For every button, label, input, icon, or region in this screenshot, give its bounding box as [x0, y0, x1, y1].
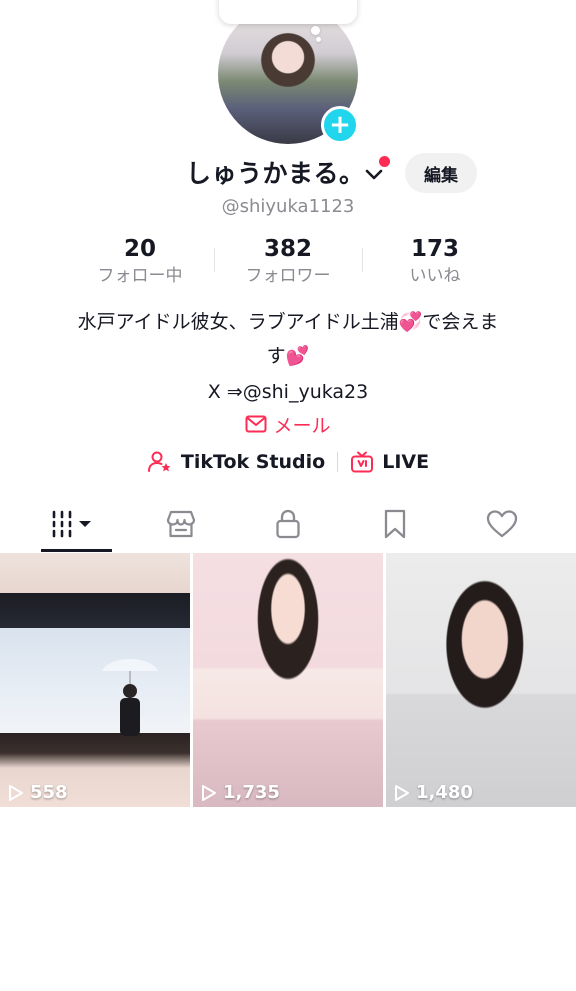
- note-bubble-tail: [311, 26, 320, 35]
- videos-grid-icon: [52, 510, 91, 538]
- stat-following-count: 20: [123, 236, 156, 262]
- profile-tabs: [0, 498, 576, 550]
- play-icon: [202, 784, 216, 801]
- notification-dot: [379, 156, 390, 167]
- video-tile[interactable]: 1,735: [193, 553, 383, 807]
- stat-followers-count: 382: [263, 236, 312, 262]
- shop-icon: [166, 510, 195, 538]
- note-bubble[interactable]: [219, 0, 357, 24]
- stat-likes-label: いいね: [409, 266, 461, 286]
- bio-line-2: す💕: [266, 345, 310, 367]
- live-button[interactable]: LIVE: [338, 450, 441, 474]
- tab-liked[interactable]: [472, 498, 532, 550]
- tab-shop[interactable]: [151, 498, 211, 550]
- view-count-value: 1,480: [416, 782, 473, 803]
- creator-tools-row: TikTok Studio LIVE: [0, 446, 576, 478]
- stat-likes-count: 173: [410, 236, 459, 262]
- tile-umbrella-figure: [102, 659, 158, 736]
- bookmark-icon: [385, 509, 406, 539]
- tab-favorites[interactable]: [365, 498, 425, 550]
- mail-link[interactable]: メール: [0, 410, 576, 438]
- view-count: 1,480: [394, 782, 473, 803]
- lock-icon: [276, 509, 300, 539]
- stat-followers[interactable]: 382 フォロワー: [218, 234, 358, 288]
- tiktok-studio-label: TikTok Studio: [180, 451, 326, 473]
- username: @shiyuka1123: [221, 196, 355, 217]
- video-tile[interactable]: 1,480: [386, 553, 576, 807]
- view-count: 1,735: [201, 782, 280, 803]
- tab-videos[interactable]: [44, 498, 104, 550]
- stat-followers-label: フォロワー: [245, 266, 331, 286]
- stat-divider: [362, 248, 363, 272]
- note-bubble-tail-small: [316, 37, 321, 42]
- display-name: しゅうかまる。: [186, 159, 365, 188]
- mail-label: メール: [273, 414, 331, 437]
- bio-line-3: X ⇒@shi_yuka23: [207, 381, 369, 403]
- bio-line-1: 水戸アイドル彼女、ラブアイドル土浦💞で会えま: [77, 311, 499, 333]
- mail-icon: [245, 415, 267, 433]
- view-count-value: 1,735: [223, 782, 280, 803]
- heart-icon: [487, 510, 518, 538]
- user-star-icon: [147, 451, 171, 472]
- tiktok-studio-button[interactable]: TikTok Studio: [135, 450, 337, 474]
- stat-divider: [214, 248, 215, 272]
- play-icon: [9, 784, 23, 801]
- live-label: LIVE: [382, 451, 430, 473]
- view-count: 558: [8, 782, 68, 803]
- video-tile[interactable]: 558: [0, 553, 190, 807]
- view-count-value: 558: [30, 782, 68, 803]
- active-tab-indicator: [41, 549, 112, 552]
- stat-following-label: フォロー中: [97, 266, 183, 286]
- edit-profile-button[interactable]: 編集: [405, 153, 477, 193]
- stat-likes[interactable]: 173 いいね: [365, 234, 505, 288]
- add-avatar-plus-icon[interactable]: +: [321, 106, 359, 144]
- live-tv-icon: [351, 451, 374, 473]
- play-icon: [395, 784, 409, 801]
- stat-following[interactable]: 20 フォロー中: [70, 234, 210, 288]
- tab-private[interactable]: [258, 498, 318, 550]
